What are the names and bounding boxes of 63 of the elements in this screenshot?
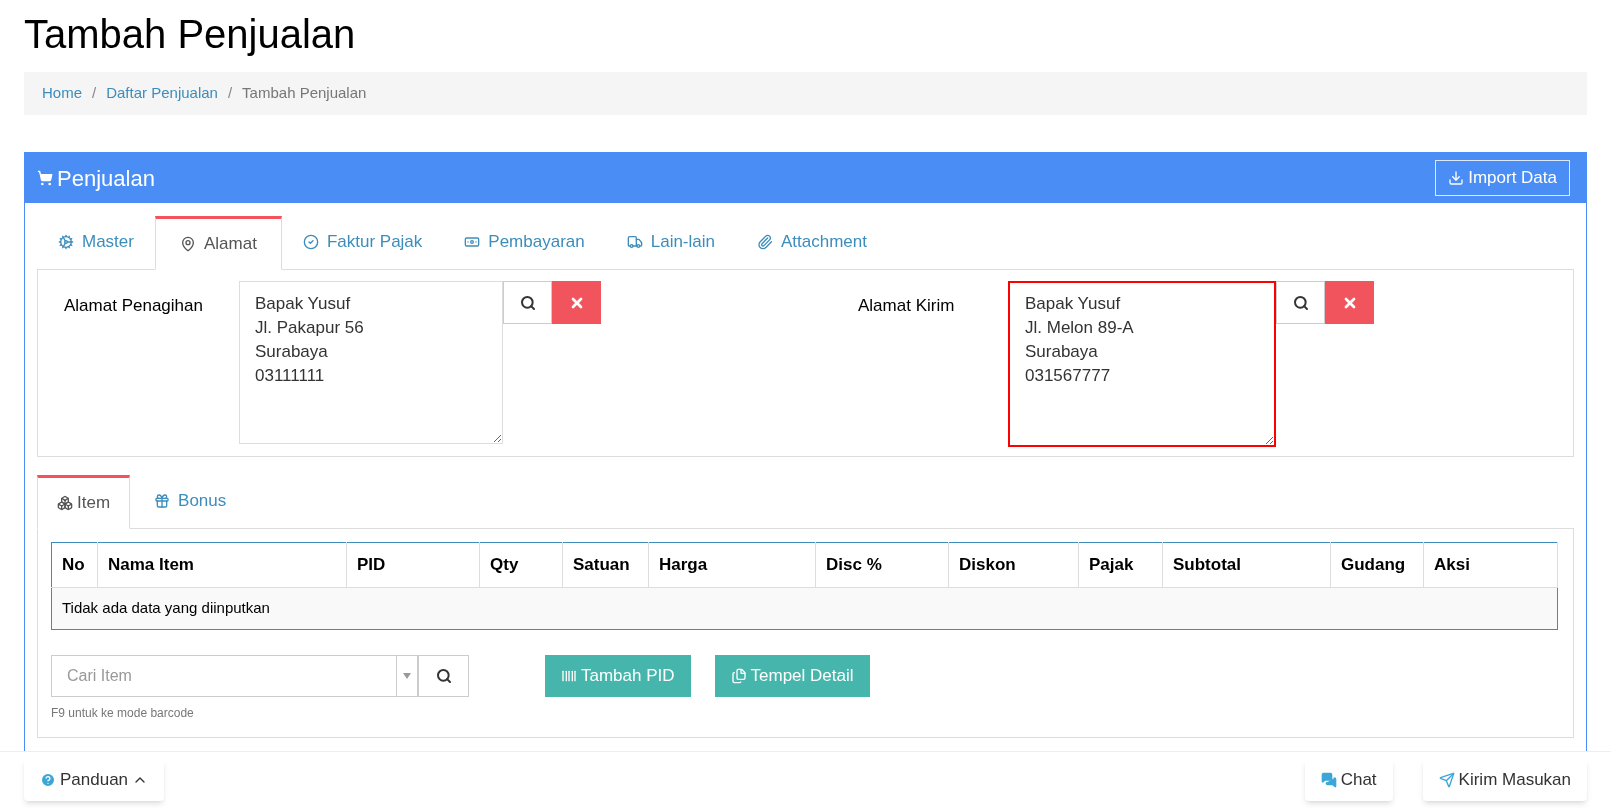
banknote-icon: [464, 234, 481, 250]
gears-icon: [58, 234, 74, 250]
paper-plane-icon: [1438, 772, 1455, 788]
search-button[interactable]: [503, 281, 552, 324]
gift-icon: [154, 493, 171, 509]
chat-button[interactable]: Chat: [1304, 759, 1393, 801]
column-header: Harga: [648, 542, 816, 588]
column-header: Qty: [479, 542, 563, 588]
search-icon: [1292, 294, 1309, 311]
tab[interactable]: Item: [37, 475, 131, 529]
tab[interactable]: Faktur Pajak: [281, 215, 444, 269]
documents-icon: [730, 668, 747, 684]
paperclip-icon: [757, 234, 773, 250]
tab[interactable]: Lain-lain: [605, 215, 736, 269]
tab[interactable]: Alamat: [154, 216, 282, 270]
barcode-hint: F9 untuk ke mode barcode: [51, 705, 195, 722]
action-button[interactable]: Tempel Detail: [714, 655, 870, 697]
download-icon: [1448, 170, 1465, 186]
item-search-field[interactable]: Cari Item: [51, 655, 396, 697]
dropdown-caret-icon: [403, 673, 411, 679]
cart-icon: [37, 170, 53, 186]
tab[interactable]: Attachment: [736, 215, 888, 269]
map-pin-icon: [179, 236, 196, 252]
breadcrumb-link[interactable]: Daftar Penjualan: [106, 82, 218, 105]
column-header: Diskon: [948, 542, 1079, 588]
address-field[interactable]: Bapak Yusuf Jl. Pakapur 56 Surabaya 03111111: [239, 281, 503, 444]
column-header: Gudang: [1330, 542, 1424, 588]
column-header: Satuan: [562, 542, 649, 588]
tab[interactable]: Bonus: [130, 474, 251, 528]
tab[interactable]: Master: [37, 215, 155, 269]
address-label: Alamat Kirim: [858, 295, 956, 317]
dropdown-toggle[interactable]: [396, 655, 418, 697]
help-icon: [40, 772, 56, 788]
boxes-icon: [57, 495, 73, 511]
guide-button[interactable]: Panduan: [24, 759, 165, 801]
search-icon: [435, 668, 452, 684]
breadcrumb-separator: /: [92, 83, 97, 104]
barcode-icon: [561, 668, 577, 684]
feedback-button[interactable]: Kirim Masukan: [1422, 759, 1587, 801]
column-header: No: [51, 542, 98, 588]
column-header: Disc %: [815, 542, 949, 588]
breadcrumb-separator: /: [227, 83, 233, 104]
tab[interactable]: Pembayaran: [443, 215, 606, 269]
column-header: Aksi: [1423, 542, 1558, 588]
address-label: Alamat Penagihan: [63, 295, 204, 317]
search-button[interactable]: [418, 655, 469, 697]
column-header: Subtotal: [1162, 542, 1331, 588]
action-button[interactable]: Tambah PID: [545, 655, 691, 697]
column-header: PID: [346, 542, 480, 588]
search-button[interactable]: [1276, 281, 1325, 324]
page-title: Tambah Penjualan: [24, 11, 357, 58]
breadcrumb-link[interactable]: Home: [42, 82, 82, 105]
chat-bubbles-icon: [1320, 772, 1337, 788]
address-field[interactable]: Bapak Yusuf Jl. Melon 89-A Surabaya 031567777: [1008, 281, 1276, 447]
column-header: Pajak: [1078, 542, 1163, 588]
breadcrumb-current: Tambah Penjualan: [242, 83, 367, 104]
empty-message: Tidak ada data yang diinputkan: [51, 587, 1558, 630]
truck-icon: [626, 234, 643, 250]
check-circle-icon: [302, 234, 319, 250]
panel-title: Penjualan: [57, 164, 155, 193]
import-data-button[interactable]: Import Data: [1435, 160, 1570, 196]
search-icon: [519, 294, 536, 311]
column-header: Nama Item: [97, 542, 347, 588]
